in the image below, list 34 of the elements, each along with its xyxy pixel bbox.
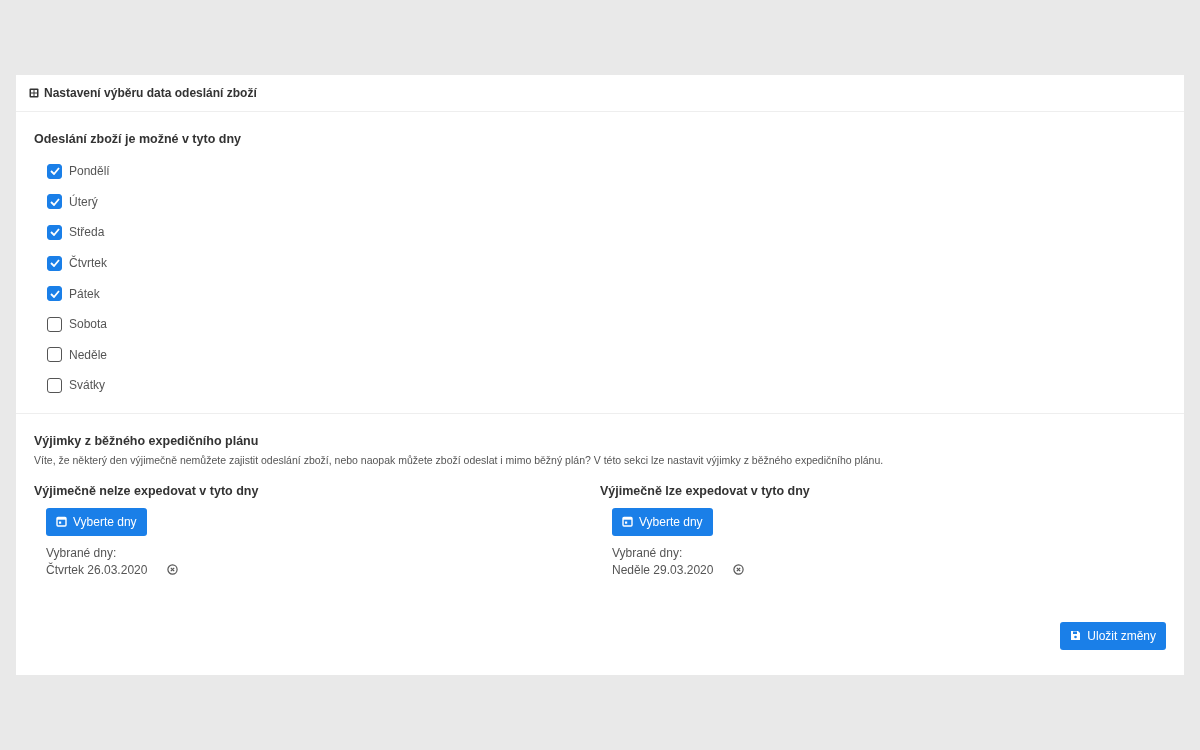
- card-title: Nastavení výběru data odeslání zboží: [44, 86, 257, 100]
- calendar-icon: [56, 516, 67, 528]
- checkbox[interactable]: [47, 347, 62, 363]
- day-label: Úterý: [69, 194, 98, 209]
- remove-icon[interactable]: [733, 564, 745, 576]
- save-button[interactable]: Uložit změny: [1060, 621, 1166, 650]
- column-heading: Výjimečně nelze expedovat v tyto dny: [34, 483, 259, 498]
- column-heading: Výjimečně lze expedovat v tyto dny: [600, 483, 810, 498]
- checkbox[interactable]: [47, 286, 62, 302]
- day-label: Čtvrtek: [69, 256, 107, 271]
- checkbox[interactable]: [47, 316, 62, 332]
- table-icon: [29, 88, 39, 98]
- checkbox[interactable]: [47, 225, 62, 240]
- checkbox[interactable]: [47, 194, 62, 210]
- day-label: Pátek: [69, 286, 100, 301]
- selected-date: Neděle 29.03.2020: [612, 562, 714, 577]
- day-label: Pondělí: [69, 164, 110, 179]
- selected-days-label: Vybrané dny:: [612, 545, 683, 560]
- checkbox[interactable]: [47, 255, 62, 271]
- day-label: Středa: [69, 225, 105, 240]
- day-label: Sobota: [69, 317, 108, 332]
- checkbox[interactable]: [47, 377, 62, 393]
- day-label: Neděle: [69, 347, 108, 362]
- selected-days-label: Vybrané dny:: [46, 545, 117, 560]
- section-description: Víte, že některý den výjimečně nemůžete zajistit odeslání zboží, nebo naopak můžete zboží odeslat i mimo běžný plán? V této sekci lze nastavit výjimky z běžného expedičního plánu.: [34, 453, 885, 466]
- select-days-button[interactable]: Vyberte dny: [46, 507, 147, 536]
- section-heading: Výjimky z běžného expedičního plánu: [34, 433, 260, 448]
- section-heading: Odeslání zboží je možné v tyto dny: [34, 132, 242, 146]
- selected-date: Čtvrtek 26.03.2020: [46, 562, 148, 577]
- checkbox[interactable]: [47, 163, 62, 179]
- calendar-icon: [622, 516, 633, 528]
- day-label: Svátky: [69, 378, 105, 393]
- select-days-button[interactable]: Vyberte dny: [612, 507, 713, 536]
- remove-icon[interactable]: [167, 564, 179, 576]
